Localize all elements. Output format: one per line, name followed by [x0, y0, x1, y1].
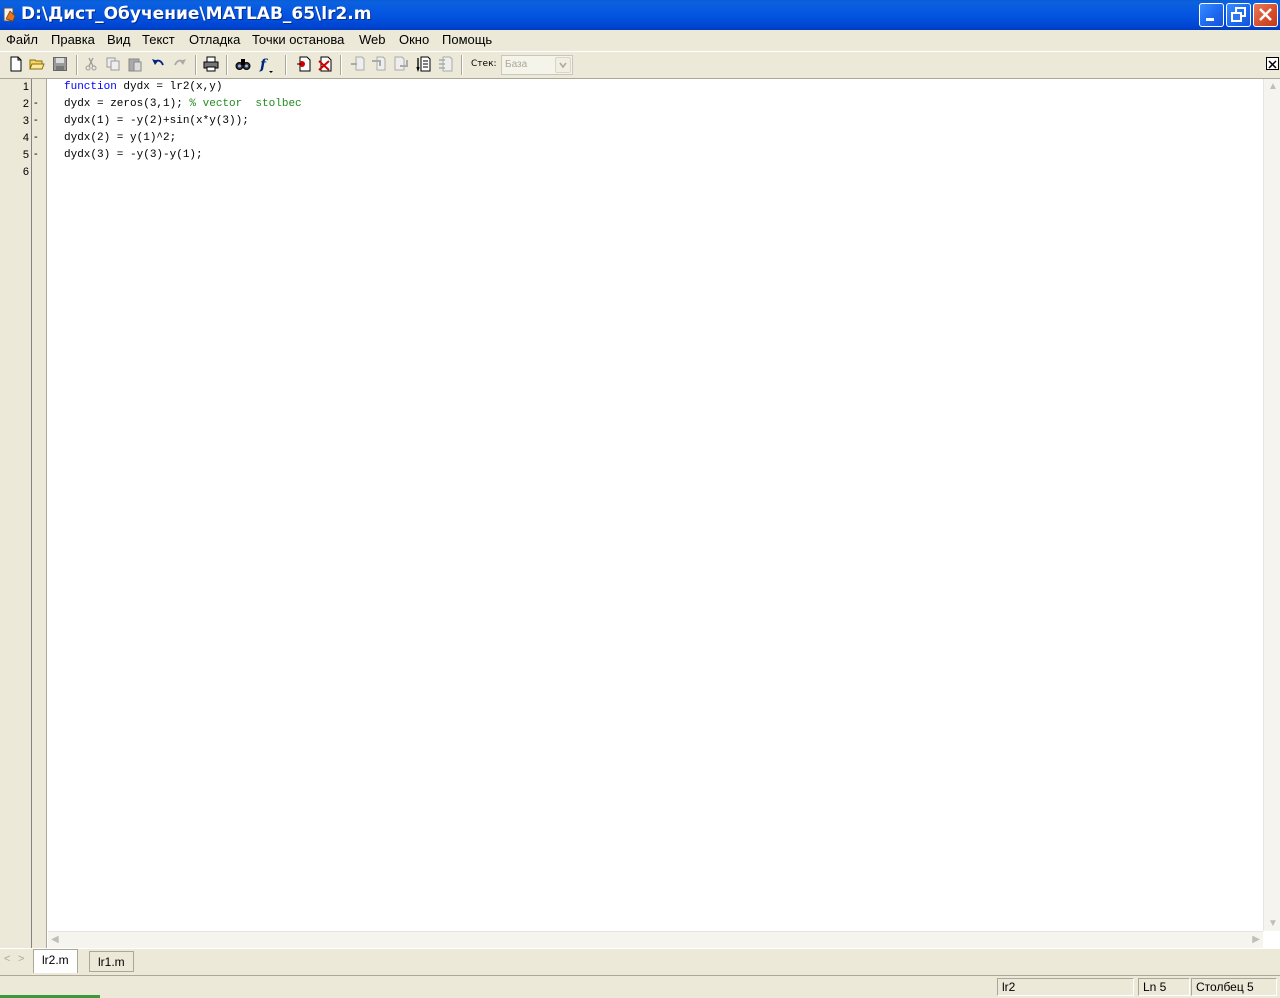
matlab-logo-icon	[3, 7, 16, 22]
svg-text:f: f	[259, 57, 269, 73]
step-icon[interactable]	[350, 56, 366, 72]
menu-view[interactable]: Вид	[107, 32, 131, 47]
menu-window[interactable]: Окно	[399, 32, 429, 47]
scroll-down-icon[interactable]: ▼	[1268, 918, 1278, 929]
gutter-divider	[46, 79, 47, 949]
new-file-icon[interactable]	[8, 56, 24, 72]
toolbar: f Стек: База	[0, 51, 1280, 77]
code-line[interactable]: dydx(2) = y(1)^2;	[64, 132, 176, 144]
step-out-icon[interactable]	[393, 56, 409, 72]
print-icon[interactable]	[203, 56, 219, 72]
breakpoint-marker[interactable]: -	[34, 114, 38, 126]
status-function-name: lr2	[997, 978, 1134, 996]
code-line[interactable]: function dydx = lr2(x,y)	[64, 81, 222, 93]
set-breakpoint-icon[interactable]	[296, 56, 312, 72]
status-column: Столбец 5	[1191, 978, 1277, 996]
undo-icon[interactable]	[150, 56, 166, 72]
title-bar: D:\Дист_Обучение\MATLAB_65\lr2.m	[0, 0, 1280, 30]
code-text: dydx(1) = -y(2)+sin(x*y(3));	[64, 115, 249, 127]
paste-icon[interactable]	[127, 56, 143, 72]
code-text: dydx = lr2(x,y)	[116, 81, 223, 93]
redo-icon[interactable]	[172, 56, 188, 72]
tab-label: lr1.m	[98, 955, 125, 969]
open-folder-icon[interactable]	[29, 56, 45, 72]
tab-scroll-left-icon[interactable]: <	[4, 953, 10, 965]
clear-breakpoints-icon[interactable]	[317, 56, 333, 72]
save-icon[interactable]	[52, 56, 68, 72]
line-gutter	[0, 79, 47, 949]
tab-lr1[interactable]: lr1.m	[89, 951, 134, 972]
menu-help[interactable]: Помощь	[442, 32, 492, 47]
breakpoint-marker[interactable]: -	[34, 148, 38, 160]
tab-label: lr2.m	[42, 953, 69, 967]
code-editor[interactable]: 1 2 3 4 5 6 - - - - function dydx = lr2(…	[0, 78, 1280, 949]
code-text: dydx = zeros(3,1);	[64, 98, 190, 110]
restore-icon	[1231, 7, 1246, 22]
menu-debug[interactable]: Отладка	[189, 32, 240, 47]
chevron-down-icon[interactable]	[555, 57, 571, 73]
scroll-right-icon[interactable]: ▶	[1252, 934, 1260, 945]
line-number: 5	[22, 149, 29, 161]
stack-select[interactable]: База	[501, 55, 573, 75]
close-icon	[1268, 60, 1277, 69]
close-icon	[1259, 8, 1272, 21]
breakpoint-marker[interactable]: -	[34, 131, 38, 143]
horizontal-scrollbar[interactable]: ◀ ▶	[48, 931, 1263, 948]
menu-bar: Файл Правка Вид Текст Отладка Точки оста…	[0, 30, 1280, 50]
toolbar-separator	[195, 55, 197, 75]
menu-breakpoints[interactable]: Точки останова	[252, 32, 344, 47]
code-line[interactable]: dydx(1) = -y(2)+sin(x*y(3));	[64, 115, 249, 127]
code-keyword: function	[64, 81, 117, 93]
toolbar-separator	[76, 55, 78, 75]
vertical-scrollbar[interactable]: ▲ ▼	[1263, 79, 1280, 931]
cut-icon[interactable]	[83, 56, 99, 72]
stack-label: Стек:	[471, 59, 497, 69]
line-number: 3	[22, 115, 29, 127]
document-tab-bar: < > lr2.m lr1.m	[0, 948, 1280, 974]
status-bar: lr2 Ln 5 Столбец 5	[0, 975, 1280, 998]
code-comment: % vector stolbec	[189, 98, 302, 110]
copy-icon[interactable]	[105, 56, 121, 72]
find-icon[interactable]	[235, 56, 251, 72]
code-line[interactable]: dydx = zeros(3,1); % vector stolbec	[64, 98, 302, 110]
window-title: D:\Дист_Обучение\MATLAB_65\lr2.m	[21, 4, 372, 24]
toolbar-separator	[285, 55, 287, 75]
tab-lr2[interactable]: lr2.m	[33, 949, 78, 973]
stack-select-value: База	[505, 59, 528, 70]
toolbar-separator	[226, 55, 228, 75]
restore-button[interactable]	[1226, 3, 1251, 27]
line-number: 2	[22, 98, 29, 110]
close-window-button[interactable]	[1253, 3, 1278, 27]
toolbar-separator	[461, 55, 463, 75]
line-number: 6	[22, 166, 29, 178]
gutter-divider	[31, 79, 32, 949]
step-in-icon[interactable]	[371, 56, 387, 72]
line-number: 4	[22, 132, 29, 144]
scroll-up-icon[interactable]: ▲	[1268, 81, 1278, 92]
code-text: dydx(2) = y(1)^2;	[64, 132, 177, 144]
code-line[interactable]: dydx(3) = -y(3)-y(1);	[64, 149, 203, 161]
continue-icon[interactable]	[416, 56, 432, 72]
exit-debug-icon[interactable]	[438, 56, 454, 72]
menu-edit[interactable]: Правка	[51, 32, 95, 47]
toolbar-separator	[340, 55, 342, 75]
menu-web[interactable]: Web	[359, 32, 386, 47]
scroll-left-icon[interactable]: ◀	[51, 934, 59, 945]
menu-text[interactable]: Текст	[142, 32, 175, 47]
tab-scroll-right-icon[interactable]: >	[18, 953, 24, 965]
function-icon[interactable]: f	[258, 56, 276, 74]
minimize-button[interactable]	[1199, 3, 1224, 27]
code-text: dydx(3) = -y(3)-y(1);	[64, 149, 203, 161]
close-document-button[interactable]	[1266, 57, 1279, 70]
minimize-icon	[1206, 18, 1214, 21]
menu-file[interactable]: Файл	[6, 32, 38, 47]
line-number: 1	[22, 81, 29, 93]
breakpoint-marker[interactable]: -	[34, 97, 38, 109]
status-line: Ln 5	[1138, 978, 1190, 996]
